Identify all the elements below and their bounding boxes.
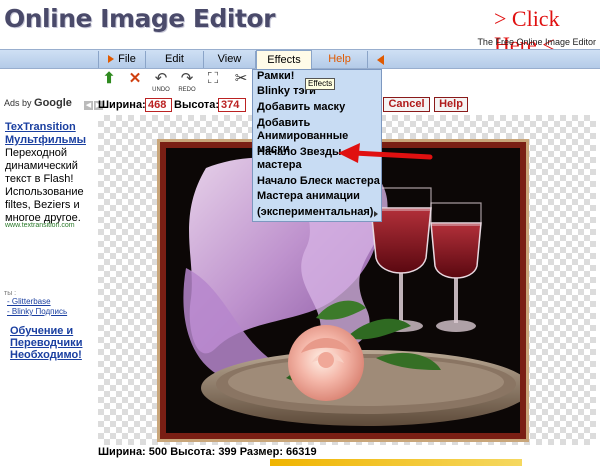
- submenu-arrow-icon: [374, 211, 378, 217]
- ad-url[interactable]: www.textransition.com: [5, 222, 75, 229]
- menu-collapse-button[interactable]: [372, 51, 390, 68]
- height-label: Высота:: [174, 99, 220, 111]
- status-text: Ширина: 500 Высота: 399 Размер: 66319: [98, 446, 317, 458]
- scissors-icon: ✂: [234, 70, 248, 87]
- menu-file[interactable]: File: [98, 51, 146, 68]
- tagline: The Free Online Image Editor: [477, 37, 596, 47]
- link-blinky-signature[interactable]: - Blinky Подпись: [7, 307, 67, 316]
- menu-bar: File Edit View Effects Help: [0, 49, 600, 70]
- link-glitterbase[interactable]: - Glitterbase: [7, 297, 51, 306]
- ads-by-google[interactable]: Ads by Google: [4, 97, 72, 109]
- arrow-up-icon: ⬆: [102, 70, 116, 87]
- width-input[interactable]: 468: [145, 98, 172, 112]
- ads-prev-icon[interactable]: ◀: [84, 101, 93, 110]
- cut-tool[interactable]: ✂: [230, 71, 252, 97]
- dd-item-animation-wizards[interactable]: Мастера анимации: [257, 190, 381, 203]
- accept-tool[interactable]: ⬆: [98, 71, 120, 97]
- ad-body: Переходной динамический текст в Flash! И…: [5, 147, 84, 224]
- x-icon: ✕: [128, 70, 142, 87]
- red-arrow-icon: [338, 143, 433, 163]
- help-button[interactable]: Help: [434, 97, 468, 112]
- menu-edit-label: Edit: [165, 53, 184, 65]
- redo-icon: ↷: [180, 70, 194, 87]
- menu-arrow-icon: [108, 55, 115, 63]
- cancel-button[interactable]: Cancel: [383, 97, 430, 112]
- header: Online Image Editor > Click Here < The F…: [0, 0, 600, 57]
- ads-by-label: Ads by: [4, 98, 32, 108]
- ad-title-link[interactable]: TexTransition Мультфильмы: [5, 121, 95, 147]
- google-label: Google: [34, 97, 72, 109]
- redo-caption: REDO: [178, 87, 196, 93]
- effects-tooltip: Effects: [305, 78, 336, 90]
- menu-edit[interactable]: Edit: [146, 51, 204, 68]
- expand-icon: ⛶: [207, 70, 219, 87]
- dd-item-add-mask[interactable]: Добавить маску: [257, 101, 381, 114]
- fit-tool[interactable]: ⛶: [202, 71, 224, 97]
- triangle-left-icon: [377, 55, 384, 65]
- status-bar: [270, 459, 522, 466]
- width-label: Ширина:: [98, 99, 146, 111]
- height-input[interactable]: 374: [218, 98, 246, 112]
- toolbar: ⬆ ✕ ↶ UNDO ↷ REDO ⛶ ✂: [96, 71, 256, 97]
- undo-button[interactable]: ↶ UNDO: [150, 71, 172, 97]
- menu-effects[interactable]: Effects: [256, 50, 312, 70]
- dd-item-glitter-wizard[interactable]: Начало Блеск мастера: [257, 175, 381, 188]
- menu-help-label: Help: [328, 53, 351, 65]
- menu-view[interactable]: View: [204, 51, 256, 68]
- menu-view-label: View: [217, 53, 242, 65]
- menu-effects-label: Effects: [267, 54, 301, 66]
- undo-icon: ↶: [154, 70, 168, 87]
- ad2-link[interactable]: Обучение и Переводчики Необходимо!: [10, 325, 100, 361]
- delete-tool[interactable]: ✕: [124, 71, 146, 97]
- app-logo[interactable]: Online Image Editor: [4, 4, 275, 33]
- dd-item-experimental[interactable]: (экспериментальная): [257, 206, 381, 219]
- undo-caption: UNDO: [152, 87, 170, 93]
- menu-file-label: File: [118, 53, 136, 65]
- menu-help[interactable]: Help: [312, 51, 368, 68]
- redo-button[interactable]: ↷ REDO: [176, 71, 198, 97]
- links-heading: ты :: [4, 290, 17, 297]
